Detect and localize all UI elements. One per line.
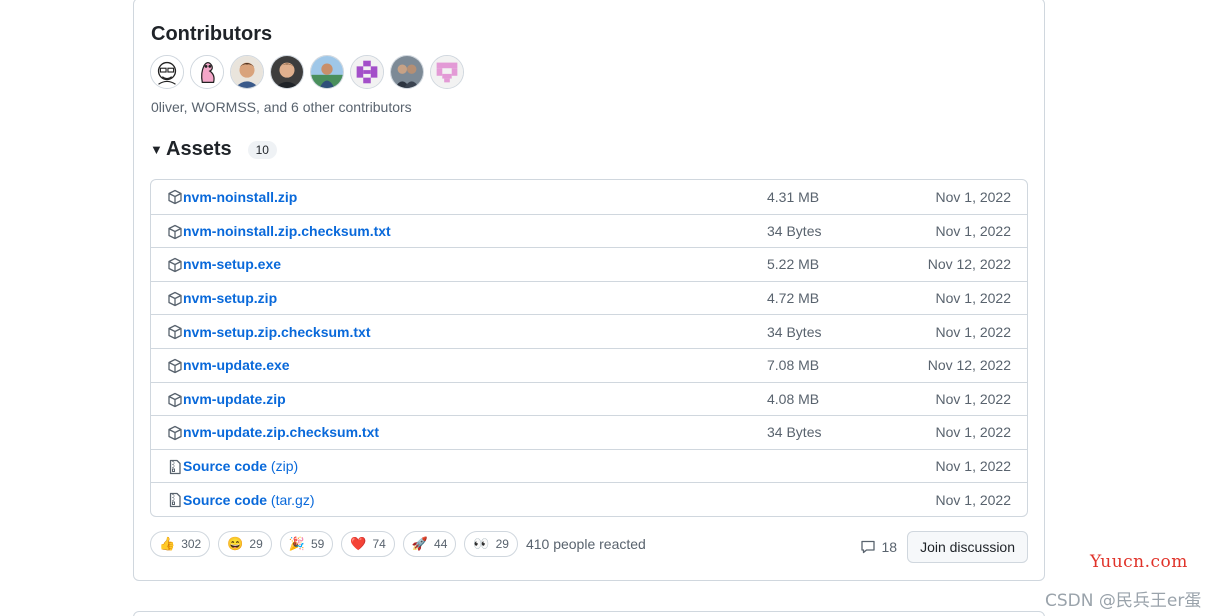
asset-size: 4.72 MB xyxy=(767,290,820,307)
reaction-count: 59 xyxy=(310,537,325,551)
package-icon xyxy=(167,224,183,240)
eyes-icon: 👀 xyxy=(473,536,490,551)
reaction-count: 29 xyxy=(249,537,263,551)
pink-worm-avatar[interactable] xyxy=(190,55,224,89)
contributors-summary: 0liver, WORMSS, and 6 other contributors xyxy=(151,99,412,115)
asset-date: Nov 1, 2022 xyxy=(935,188,1012,205)
asset-link[interactable]: nvm-noinstall.zip.checksum.txt xyxy=(183,223,391,239)
man-photo-avatar[interactable] xyxy=(230,55,264,89)
comment-icon xyxy=(861,540,876,554)
package-icon xyxy=(167,392,183,408)
reaction-heart[interactable]: ❤️ 74 xyxy=(341,531,395,557)
file-zip-icon xyxy=(167,459,183,475)
asset-link[interactable]: nvm-noinstall.zip xyxy=(183,189,297,205)
asset-row: nvm-setup.zip.checksum.txt 34 Bytes Nov … xyxy=(151,314,1027,348)
heart-icon: ❤️ xyxy=(350,536,367,551)
caret-down-icon: ▼ xyxy=(150,142,163,157)
pink-identicon-avatar[interactable] xyxy=(430,55,464,89)
asset-size: 4.08 MB xyxy=(767,390,820,407)
author-watermark: CSDN @民兵王er蛋 xyxy=(1045,591,1202,611)
asset-date: Nov 12, 2022 xyxy=(927,357,1011,374)
asset-date: Nov 1, 2022 xyxy=(935,424,1012,441)
asset-date: Nov 1, 2022 xyxy=(935,290,1012,307)
asset-row: nvm-update.exe 7.08 MB Nov 12, 2022 xyxy=(151,347,1027,382)
package-icon xyxy=(167,189,183,205)
asset-link[interactable]: nvm-setup.exe xyxy=(183,256,281,272)
asset-link[interactable]: nvm-setup.zip xyxy=(183,290,277,306)
asset-date: Nov 1, 2022 xyxy=(935,390,1012,407)
assets-title: Assets xyxy=(166,138,232,160)
contributor-avatars xyxy=(150,55,464,89)
source-code-label: Source code xyxy=(183,491,268,508)
asset-size: 4.31 MB xyxy=(767,188,820,205)
reaction-smile[interactable]: 😄 29 xyxy=(218,531,272,557)
asset-date: Nov 1, 2022 xyxy=(935,222,1012,239)
file-zip-icon xyxy=(167,492,183,508)
reaction-eyes[interactable]: 👀 29 xyxy=(464,531,518,557)
source-code-ext: (zip) xyxy=(270,458,299,475)
asset-size: 34 Bytes xyxy=(767,222,822,239)
asset-date: Nov 12, 2022 xyxy=(927,256,1011,273)
asset-row: nvm-noinstall.zip.checksum.txt 34 Bytes … xyxy=(151,213,1027,248)
asset-row: nvm-noinstall.zip 4.31 MB Nov 1, 2022 xyxy=(151,180,1027,214)
asset-list: nvm-noinstall.zip 4.31 MB Nov 1, 2022 nv… xyxy=(150,179,1028,517)
reaction-count: 44 xyxy=(434,537,448,551)
source-row: Source code (tar.gz) Nov 1, 2022 xyxy=(151,482,1027,516)
asset-row: nvm-setup.exe 5.22 MB Nov 12, 2022 xyxy=(151,247,1027,281)
comments-link[interactable]: 18 xyxy=(860,539,897,555)
reactions-bar: 👍 302 😄 29 🎉 59 ❤️ 74 🚀 44 👀 29 410 people rea… xyxy=(150,531,646,557)
source-code-targz-link[interactable]: Source code (tar.gz) xyxy=(183,492,315,508)
rocket-icon: 🚀 xyxy=(411,536,429,551)
contributors-title: Contributors xyxy=(151,23,273,45)
source-code-label: Source code xyxy=(183,458,268,475)
source-code-zip-link[interactable]: Source code (zip) xyxy=(183,458,298,474)
package-icon xyxy=(167,358,183,374)
package-icon xyxy=(167,324,183,340)
tada-icon: 🎉 xyxy=(288,536,305,551)
asset-row: nvm-update.zip 4.08 MB Nov 1, 2022 xyxy=(151,381,1027,416)
join-discussion-button[interactable]: Join discussion xyxy=(907,531,1028,563)
thumbs-up-icon: 👍 xyxy=(159,536,176,551)
comment-count: 18 xyxy=(881,539,898,555)
asset-date: Nov 1, 2022 xyxy=(935,458,1012,475)
outdoor-photo-avatar[interactable] xyxy=(310,55,344,89)
asset-link[interactable]: nvm-update.exe xyxy=(183,357,290,373)
asset-size: 34 Bytes xyxy=(767,323,822,340)
package-icon xyxy=(167,425,183,441)
reaction-rocket[interactable]: 🚀 44 xyxy=(402,531,457,557)
man-photo-avatar[interactable] xyxy=(270,55,304,89)
package-icon xyxy=(167,291,183,307)
asset-size: 34 Bytes xyxy=(767,424,822,441)
asset-date: Nov 1, 2022 xyxy=(935,491,1012,508)
site-watermark: Yuucn.com xyxy=(1090,552,1188,572)
asset-link[interactable]: nvm-update.zip xyxy=(183,391,286,407)
purple-identicon-avatar[interactable] xyxy=(350,55,384,89)
asset-link[interactable]: nvm-setup.zip.checksum.txt xyxy=(183,324,371,340)
reaction-count: 302 xyxy=(181,537,202,551)
assets-toggle[interactable]: ▼ Assets 10 xyxy=(150,138,277,161)
reaction-thumbs-up[interactable]: 👍 302 xyxy=(150,531,211,557)
sketch-face-avatar[interactable] xyxy=(150,55,184,89)
reaction-count: 29 xyxy=(495,537,509,551)
package-icon xyxy=(167,257,183,273)
reactions-summary: 410 people reacted xyxy=(525,536,646,552)
asset-size: 5.22 MB xyxy=(767,256,820,273)
reaction-count: 74 xyxy=(372,537,386,551)
group-photo-avatar[interactable] xyxy=(390,55,424,89)
next-release-card xyxy=(133,611,1045,616)
release-card: Contributors 0liver, WORMSS, and 6 other… xyxy=(133,0,1045,581)
source-row: Source code (zip) Nov 1, 2022 xyxy=(151,448,1027,483)
reaction-tada[interactable]: 🎉 59 xyxy=(279,531,334,557)
discussion-area: 18 Join discussion xyxy=(860,531,1028,563)
assets-count-badge: 10 xyxy=(247,140,277,159)
asset-size: 7.08 MB xyxy=(767,357,820,374)
asset-row: nvm-setup.zip 4.72 MB Nov 1, 2022 xyxy=(151,280,1027,315)
asset-date: Nov 1, 2022 xyxy=(935,323,1012,340)
smile-icon: 😄 xyxy=(227,536,244,551)
asset-link[interactable]: nvm-update.zip.checksum.txt xyxy=(183,424,379,440)
asset-row: nvm-update.zip.checksum.txt 34 Bytes Nov… xyxy=(151,415,1027,449)
source-code-ext: (tar.gz) xyxy=(270,491,315,508)
